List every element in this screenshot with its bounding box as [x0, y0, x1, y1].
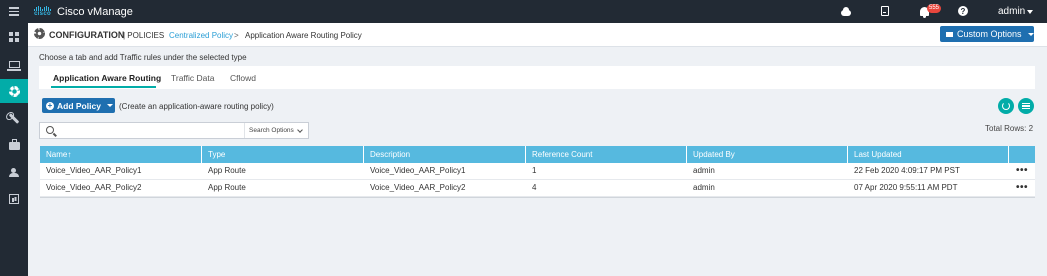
- active-tab-indicator: [51, 86, 156, 88]
- app-title: Cisco vManage: [57, 5, 133, 18]
- plus-icon: +: [46, 100, 54, 110]
- column-header-actions: [1009, 146, 1035, 163]
- gear-icon: [8, 85, 20, 97]
- cell-updated-by: admin: [693, 166, 715, 175]
- cell-last-updated: 07 Apr 2020 9:55:11 AM PDT: [854, 183, 958, 192]
- user-menu[interactable]: admin: [998, 6, 1025, 17]
- breadcrumb-separator: >: [234, 31, 239, 40]
- search-icon: [46, 126, 54, 134]
- caret-down-icon[interactable]: [1027, 10, 1033, 14]
- caret-down-icon: [106, 104, 113, 107]
- search-options-label: Search Options: [249, 127, 294, 134]
- add-policy-label: Add Policy: [57, 100, 101, 111]
- cell-name: Voice_Video_AAR_Policy1: [46, 166, 142, 175]
- monitor-icon: [6, 60, 21, 71]
- cisco-logo: cisco: [34, 5, 51, 18]
- tab-bar: Application Aware Routing Traffic Data C…: [39, 66, 1035, 89]
- add-policy-button[interactable]: + Add Policy: [42, 98, 115, 113]
- total-rows: Total Rows: 2: [985, 124, 1034, 133]
- nav-reports[interactable]: [0, 187, 28, 211]
- cell-reference-count: 4: [532, 183, 537, 192]
- instruction-text: Choose a tab and add Traffic rules under…: [39, 53, 247, 62]
- custom-options-button[interactable]: Custom Options: [940, 26, 1034, 42]
- column-header-description[interactable]: Description: [364, 146, 526, 163]
- table-menu-button[interactable]: [1018, 98, 1034, 114]
- nav-administration[interactable]: [0, 160, 28, 184]
- menu-icon: [1022, 102, 1030, 110]
- table-row[interactable]: Voice_Video_AAR_Policy2 App Route Voice_…: [40, 180, 1035, 197]
- nav-configuration[interactable]: [0, 79, 28, 103]
- refresh-icon: [1002, 102, 1010, 110]
- cell-name: Voice_Video_AAR_Policy2: [46, 183, 142, 192]
- nav-dashboard[interactable]: [0, 25, 28, 49]
- search-box: Search Options: [39, 122, 309, 139]
- search-options-dropdown[interactable]: Search Options: [244, 123, 306, 138]
- nav-maintenance[interactable]: [0, 133, 28, 157]
- policy-table: Name↑ Type Description Reference Count U…: [40, 146, 1035, 198]
- cell-reference-count: 1: [532, 166, 537, 175]
- cell-updated-by: admin: [693, 183, 715, 192]
- tab-application-aware-routing[interactable]: Application Aware Routing: [53, 73, 161, 83]
- search-input[interactable]: [62, 124, 242, 137]
- column-header-name[interactable]: Name↑: [40, 146, 202, 163]
- caret-down-icon: [1027, 32, 1034, 36]
- page-title: CONFIGURATION: [49, 30, 125, 40]
- tab-cflowd[interactable]: Cflowd: [230, 73, 256, 83]
- column-header-reference-count[interactable]: Reference Count: [526, 146, 687, 163]
- page-header: CONFIGURATION | POLICIES Centralized Pol…: [28, 23, 1047, 47]
- add-policy-hint: (Create an application-aware routing pol…: [119, 102, 274, 111]
- cloud-icon[interactable]: [840, 5, 852, 17]
- table-header: Name↑ Type Description Reference Count U…: [40, 146, 1035, 163]
- wrench-icon: [8, 112, 20, 124]
- column-header-updated-by[interactable]: Updated By: [687, 146, 848, 163]
- nav-monitor[interactable]: [0, 52, 28, 76]
- column-header-last-updated[interactable]: Last Updated: [848, 146, 1009, 163]
- cell-description: Voice_Video_AAR_Policy1: [370, 166, 466, 175]
- users-icon: [8, 167, 20, 177]
- cell-type: App Route: [208, 166, 246, 175]
- tab-traffic-data[interactable]: Traffic Data: [171, 73, 214, 83]
- brand: cisco Cisco vManage: [34, 0, 133, 23]
- more-actions-icon[interactable]: •••: [1009, 163, 1035, 179]
- custom-options-label: Custom Options: [957, 29, 1022, 39]
- more-actions-icon[interactable]: •••: [1009, 180, 1035, 196]
- refresh-button[interactable]: [998, 98, 1014, 114]
- table-row[interactable]: Voice_Video_AAR_Policy1 App Route Voice_…: [40, 163, 1035, 180]
- hamburger-menu-icon[interactable]: [0, 0, 28, 23]
- report-icon: [9, 194, 19, 204]
- page-subtitle: | POLICIES: [123, 31, 165, 40]
- config-gear-icon: [34, 28, 45, 39]
- breadcrumb-centralized-policy[interactable]: Centralized Policy: [169, 31, 233, 40]
- nav-tools[interactable]: [0, 106, 28, 130]
- briefcase-icon: [8, 139, 20, 150]
- notification-badge: 555: [927, 4, 942, 13]
- clipboard-icon[interactable]: [879, 5, 891, 17]
- breadcrumb-current: Application Aware Routing Policy: [245, 31, 362, 40]
- cell-description: Voice_Video_AAR_Policy2: [370, 183, 466, 192]
- list-icon: [946, 31, 953, 37]
- column-header-type[interactable]: Type: [202, 146, 364, 163]
- left-nav: [0, 23, 28, 276]
- cell-type: App Route: [208, 183, 246, 192]
- dashboard-icon: [9, 32, 19, 42]
- chevron-down-icon: [296, 126, 303, 133]
- help-icon[interactable]: ?: [957, 5, 969, 17]
- cell-last-updated: 22 Feb 2020 4:09:17 PM PST: [854, 166, 960, 175]
